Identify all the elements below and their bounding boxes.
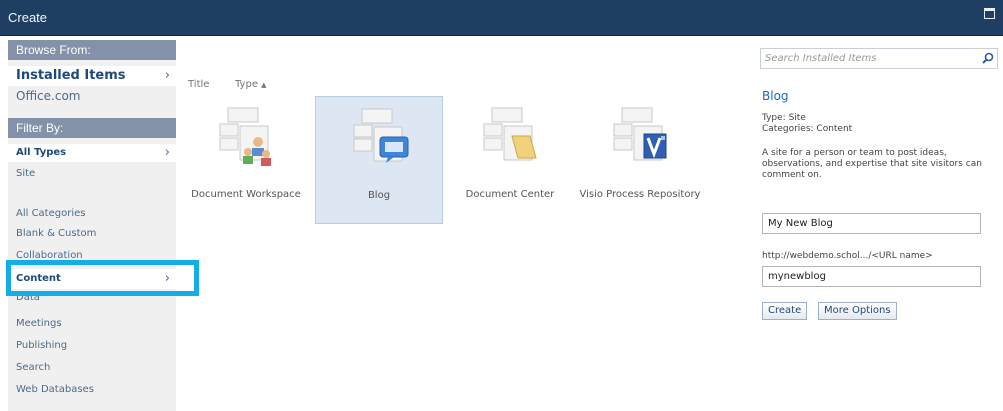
filter-by-header: Filter By: bbox=[8, 118, 176, 138]
document-center-icon bbox=[483, 107, 537, 161]
template-tile-document-workspace[interactable]: Document Workspace bbox=[182, 96, 310, 224]
nav-item-web-databases[interactable]: Web Databases bbox=[8, 381, 176, 399]
nav-item-blank-custom[interactable]: Blank & Custom bbox=[8, 225, 176, 243]
more-options-button[interactable]: More Options bbox=[818, 302, 897, 320]
nav-item-publishing[interactable]: Publishing bbox=[8, 337, 176, 355]
tile-label: Blog bbox=[367, 190, 391, 201]
tile-label: Document Workspace bbox=[191, 189, 301, 200]
sort-by-title[interactable]: Title bbox=[188, 79, 209, 90]
nav-item-all-types[interactable]: All Types › bbox=[8, 144, 176, 162]
dialog-titlebar: Create bbox=[0, 0, 1003, 36]
search-icon[interactable] bbox=[981, 51, 995, 65]
tile-label: Document Center bbox=[465, 189, 555, 200]
url-name-field[interactable]: mynewblog bbox=[762, 266, 981, 287]
url-prefix-label: http://webdemo.schol.../<URL name> bbox=[762, 251, 933, 261]
template-tile-visio-process-repository[interactable]: Visio Process Repository bbox=[576, 96, 704, 224]
nav-item-label: All Types bbox=[16, 147, 67, 158]
chevron-right-icon: › bbox=[164, 145, 170, 160]
tile-label: Visio Process Repository bbox=[579, 189, 701, 200]
nav-item-data[interactable]: Data bbox=[8, 296, 176, 302]
visio-icon bbox=[613, 107, 667, 161]
nav-item-site[interactable]: Site bbox=[8, 165, 176, 183]
search-placeholder: Search Installed Items bbox=[765, 53, 877, 64]
search-installed-items-input[interactable]: Search Installed Items bbox=[760, 48, 998, 69]
blog-icon bbox=[353, 108, 409, 163]
selected-template-meta: Type: Site Categories: Content bbox=[762, 113, 852, 135]
nav-item-all-categories[interactable]: All Categories bbox=[8, 205, 176, 223]
create-button[interactable]: Create bbox=[762, 302, 808, 320]
browse-from-header: Browse From: bbox=[8, 40, 176, 60]
nav-item-label: Installed Items bbox=[16, 68, 126, 83]
dialog-title: Create bbox=[8, 10, 48, 25]
nav-item-installed-items[interactable]: Installed Items › bbox=[8, 66, 176, 86]
selected-template-title: Blog bbox=[762, 89, 789, 103]
document-workspace-icon bbox=[219, 107, 271, 166]
nav-item-meetings[interactable]: Meetings bbox=[8, 315, 176, 333]
template-categories: Categories: Content bbox=[762, 124, 853, 134]
sort-type-label: Type bbox=[235, 79, 258, 90]
site-title-field[interactable]: My New Blog bbox=[762, 213, 981, 234]
sort-arrow-icon: ▲ bbox=[261, 81, 267, 89]
chevron-right-icon: › bbox=[164, 68, 170, 83]
template-type: Type: Site bbox=[762, 113, 806, 123]
nav-item-search[interactable]: Search bbox=[8, 359, 176, 377]
content-highlight-callout bbox=[6, 260, 199, 296]
template-tile-document-center[interactable]: Document Center bbox=[446, 96, 574, 224]
nav-item-collaboration[interactable]: Collaboration bbox=[8, 247, 176, 261]
maximize-icon[interactable] bbox=[984, 8, 995, 19]
nav-item-office-com[interactable]: Office.com bbox=[8, 87, 176, 105]
template-description: A site for a person or team to post idea… bbox=[762, 148, 982, 180]
sort-by-type[interactable]: Type ▲ bbox=[235, 79, 267, 90]
left-nav: Browse From: Installed Items › Office.co… bbox=[8, 40, 176, 411]
template-tile-blog[interactable]: Blog bbox=[315, 96, 443, 224]
